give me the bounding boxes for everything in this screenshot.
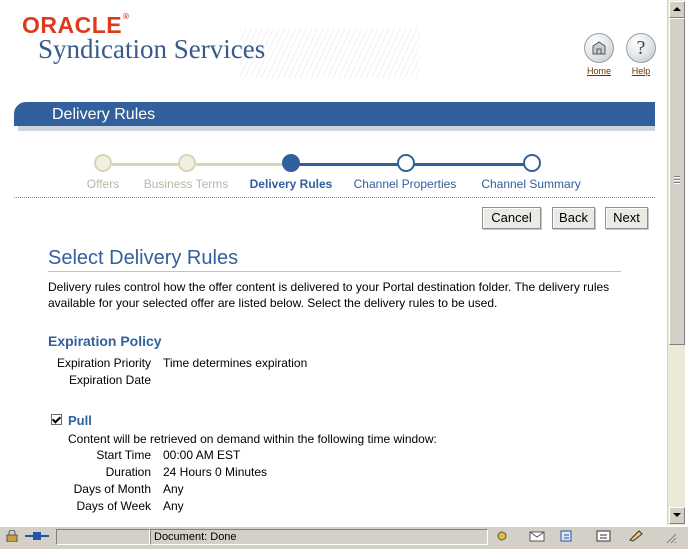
address-book-icon (594, 530, 614, 544)
train-connector (414, 163, 524, 166)
product-name: Syndication Services (38, 34, 266, 64)
mail-icon (528, 530, 548, 544)
status-text: Document: Done (150, 529, 488, 545)
chevron-down-icon (673, 513, 681, 517)
scroll-up-button[interactable] (669, 1, 685, 18)
process-train: Offers Business Terms Delivery Rules Cha… (0, 152, 667, 192)
status-bar: Document: Done (0, 526, 688, 549)
train-step-channel-properties: Channel Properties (353, 177, 457, 191)
back-button[interactable]: Back (552, 207, 595, 229)
home-link[interactable]: Home (579, 66, 619, 76)
heading-rule (48, 271, 621, 272)
days-of-week-label: Days of Week (76, 499, 151, 513)
expiration-priority-value: Time determines expiration (163, 356, 308, 370)
train-connector (298, 163, 398, 166)
train-step-business-terms-node[interactable] (178, 154, 196, 172)
duration-value: 24 Hours 0 Minutes (163, 465, 268, 479)
resize-grip-icon (660, 530, 680, 544)
expiration-policy-heading: Expiration Policy (48, 333, 162, 349)
vertical-scrollbar[interactable] (667, 0, 685, 525)
train-step-offers-node[interactable] (94, 154, 112, 172)
home-global-button[interactable]: Home (579, 33, 619, 76)
composer-icon (558, 530, 578, 544)
train-separator (14, 197, 655, 198)
home-icon[interactable] (584, 33, 614, 63)
header-texture (240, 28, 420, 78)
help-icon[interactable]: ? (626, 33, 656, 63)
train-step-channel-summary-node (523, 154, 541, 172)
chevron-up-icon (673, 7, 681, 11)
pull-label[interactable]: Pull (68, 413, 92, 428)
connection-icon (24, 530, 50, 544)
page-title: Delivery Rules (52, 106, 156, 123)
page-title-bar: Delivery Rules (14, 102, 655, 126)
pull-description: Content will be retrieved on demand with… (68, 432, 437, 446)
duration-label: Duration (105, 465, 151, 479)
scroll-down-button[interactable] (669, 507, 685, 524)
scroll-thumb[interactable] (669, 18, 685, 345)
train-connector (196, 163, 282, 166)
help-global-button[interactable]: ? Help (621, 33, 661, 76)
section-heading: Select Delivery Rules (48, 247, 239, 269)
status-pane-empty (56, 529, 150, 545)
start-time-value: 00:00 AM EST (163, 448, 241, 462)
grip-line (674, 179, 680, 180)
edit-icon (626, 530, 646, 544)
title-bar-shadow (18, 126, 655, 131)
train-step-delivery-rules: Delivery Rules (249, 177, 333, 191)
next-button[interactable]: Next (605, 207, 648, 229)
help-link[interactable]: Help (621, 66, 661, 76)
grip-line (674, 182, 680, 183)
train-step-offers[interactable]: Offers (87, 177, 119, 191)
intro-text: Delivery rules control how the offer con… (48, 280, 610, 310)
cancel-button[interactable]: Cancel (482, 207, 541, 229)
days-of-month-value: Any (163, 482, 184, 496)
days-of-month-label: Days of Month (73, 482, 151, 496)
days-of-week-value: Any (163, 499, 184, 513)
train-step-channel-properties-node (397, 154, 415, 172)
security-lock-icon (4, 529, 20, 544)
train-connector (112, 163, 182, 166)
grip-line (674, 176, 680, 177)
start-time-label: Start Time (96, 448, 151, 462)
expiration-priority-label: Expiration Priority (56, 356, 151, 370)
train-step-channel-summary: Channel Summary (481, 177, 581, 191)
train-step-delivery-rules-node (282, 154, 300, 172)
train-step-business-terms[interactable]: Business Terms (144, 177, 228, 191)
pull-checkbox[interactable] (51, 414, 62, 425)
activity-icon (494, 530, 510, 544)
expiration-date-label: Expiration Date (68, 373, 151, 387)
browser-viewport: ORACLE® Syndication Services Home ? Help… (0, 0, 667, 525)
